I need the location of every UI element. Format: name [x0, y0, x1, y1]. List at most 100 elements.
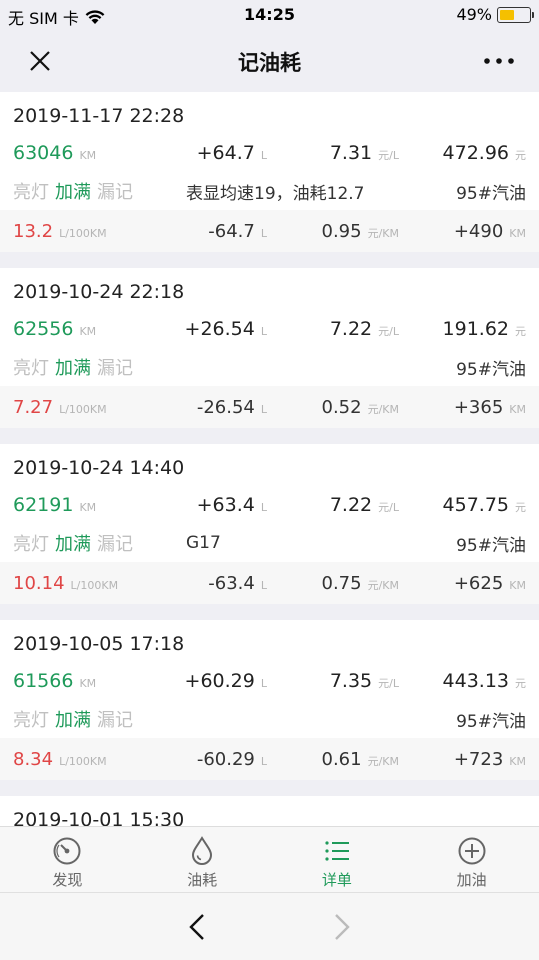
price-value: 7.31 元/L: [330, 142, 399, 164]
tab-details[interactable]: 详单: [270, 827, 405, 892]
price-unit: 元/L: [378, 149, 399, 162]
tag-full: 加满: [55, 182, 91, 203]
liters-used-number: -60.29: [196, 748, 255, 770]
odometer-value: 62191 KM: [13, 494, 96, 516]
price-value: 7.22 元/L: [330, 318, 399, 340]
liters-used-value: -26.54 L: [197, 397, 267, 418]
liter-unit: L: [260, 578, 267, 592]
list-icon: [325, 841, 349, 861]
record-main-row: 62191 KM +63.4 L 7.22 元/L 457.75 元: [0, 486, 539, 524]
distance-value: +365 KM: [454, 397, 526, 418]
km-unit: KM: [509, 578, 526, 592]
cost-per-km-value: 0.75 元/KM: [322, 573, 400, 594]
km-unit: KM: [509, 402, 526, 416]
liters-used-number: -64.7: [208, 220, 255, 242]
km-unit: KM: [79, 677, 97, 690]
record-datetime: 2019-10-24 14:40: [13, 457, 185, 479]
liters-used-value: -60.29 L: [197, 749, 267, 770]
odometer-number: 62556: [13, 318, 74, 340]
liter-unit: L: [260, 226, 267, 240]
tag-light: 亮灯: [13, 710, 49, 731]
cost-per-km-unit: 元/KM: [367, 754, 399, 768]
tab-refuel[interactable]: 加油: [404, 827, 539, 892]
liters-value: +60.29 L: [185, 670, 267, 692]
amount-value: 457.75 元: [443, 494, 526, 516]
odometer-number: 61566: [13, 670, 74, 692]
back-arrow-icon[interactable]: [180, 911, 216, 943]
odometer-value: 61566 KM: [13, 670, 96, 692]
tag-light: 亮灯: [13, 534, 49, 555]
price-value: 7.35 元/L: [330, 670, 399, 692]
record-main-row: 63046 KM +64.7 L 7.31 元/L 472.96 元: [0, 134, 539, 172]
amount-number: 443.13: [442, 670, 509, 692]
price-unit: 元/L: [378, 677, 399, 690]
cost-per-km-number: 0.95: [321, 220, 362, 242]
battery-percent: 49%: [456, 5, 492, 24]
km-unit: KM: [79, 325, 97, 338]
consumption-unit: L/100KM: [70, 578, 119, 592]
tab-bar: 发现 油耗 详单 加油: [0, 826, 539, 892]
record-tags-row: 亮灯 加满 漏记 表显均速19，油耗12.7 95#汽油: [0, 172, 539, 210]
tag-full: 加满: [55, 358, 91, 379]
record-card[interactable]: 2019-11-17 22:28 63046 KM +64.7 L 7.31 元/L …: [0, 92, 539, 252]
liter-unit: L: [260, 325, 267, 338]
liters-number: +60.29: [184, 670, 255, 692]
price-value: 7.22 元/L: [330, 494, 399, 516]
record-card[interactable]: 2019-10-01 15:30: [0, 796, 539, 826]
record-card[interactable]: 2019-10-24 22:18 62556 KM +26.54 L 7.22 元/L…: [0, 268, 539, 428]
record-stats-row: 10.14 L/100KM -63.4 L 0.75 元/KM +625 KM: [0, 562, 539, 604]
page-title: 记油耗: [238, 51, 301, 75]
price-unit: 元/L: [378, 325, 399, 338]
liters-number: +63.4: [196, 494, 255, 516]
cost-per-km-value: 0.52 元/KM: [322, 397, 400, 418]
record-card[interactable]: 2019-10-24 14:40 62191 KM +63.4 L 7.22 元/L …: [0, 444, 539, 604]
liter-unit: L: [260, 501, 267, 514]
tag-missed: 漏记: [97, 710, 133, 731]
consumption-value: 7.27 L/100KM: [13, 397, 107, 418]
distance-value: +490 KM: [454, 221, 526, 242]
tab-discover[interactable]: 发现: [0, 827, 135, 892]
price-number: 7.35: [329, 670, 373, 692]
record-note: G17: [186, 533, 221, 553]
record-list[interactable]: 2019-11-17 22:28 63046 KM +64.7 L 7.31 元/L …: [0, 92, 539, 826]
yuan-unit: 元: [515, 325, 526, 338]
amount-number: 472.96: [442, 142, 509, 164]
record-tags: 亮灯 加满 漏记: [13, 530, 139, 556]
odometer-number: 62191: [13, 494, 74, 516]
cost-per-km-unit: 元/KM: [367, 226, 399, 240]
consumption-number: 8.34: [13, 748, 54, 770]
fuel-type: 95#汽油: [456, 183, 526, 204]
more-icon[interactable]: [479, 48, 519, 74]
amount-number: 191.62: [442, 318, 509, 340]
distance-number: +625: [453, 572, 504, 594]
price-number: 7.22: [329, 318, 373, 340]
browser-toolbar: [0, 892, 539, 960]
cost-per-km-unit: 元/KM: [367, 402, 399, 416]
record-card[interactable]: 2019-10-05 17:18 61566 KM +60.29 L 7.35 元/L…: [0, 620, 539, 780]
gauge-icon: [53, 837, 81, 865]
nav-bar: 记油耗: [0, 30, 539, 92]
tab-consumption[interactable]: 油耗: [135, 827, 270, 892]
distance-number: +490: [453, 220, 504, 242]
record-header: 2019-10-24 22:18: [0, 268, 539, 310]
record-datetime: 2019-10-01 15:30: [13, 809, 185, 826]
plus-circle-icon: [458, 837, 486, 865]
odometer-value: 62556 KM: [13, 318, 96, 340]
tab-label: 发现: [52, 871, 83, 889]
cost-per-km-number: 0.61: [321, 748, 362, 770]
liters-used-value: -63.4 L: [208, 573, 267, 594]
liters-number: +64.7: [196, 142, 255, 164]
yuan-unit: 元: [515, 501, 526, 514]
consumption-unit: L/100KM: [59, 226, 107, 240]
liters-used-number: -63.4: [208, 572, 255, 594]
liters-number: +26.54: [184, 318, 255, 340]
record-stats-row: 8.34 L/100KM -60.29 L 0.61 元/KM +723 KM: [0, 738, 539, 780]
liters-used-number: -26.54: [196, 396, 255, 418]
consumption-value: 8.34 L/100KM: [13, 749, 107, 770]
record-tags: 亮灯 加满 漏记: [13, 178, 139, 204]
record-tags-row: 亮灯 加满 漏记 95#汽油: [0, 700, 539, 738]
liter-unit: L: [260, 754, 267, 768]
tag-missed: 漏记: [97, 182, 133, 203]
distance-number: +365: [453, 396, 504, 418]
fuel-type: 95#汽油: [456, 359, 526, 380]
